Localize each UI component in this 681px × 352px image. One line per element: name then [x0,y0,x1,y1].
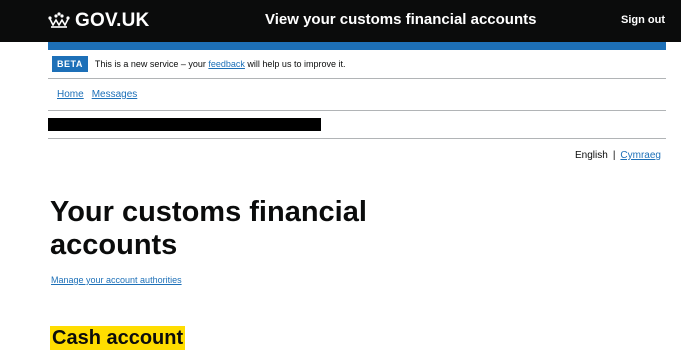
language-current: English [575,150,608,161]
redacted-bar [48,118,321,131]
nav-item-messages[interactable]: Messages [92,89,138,100]
page-title: Your customs financial accounts [50,196,367,261]
logo-text: GOV.UK [75,10,150,31]
phase-text-after: will help us to improve it. [244,59,346,69]
beta-tag: BETA [52,56,88,72]
crown-icon [48,12,70,30]
manage-account-authorities-link[interactable]: Manage your account authorities [51,275,182,285]
feedback-link[interactable]: feedback [208,59,245,69]
header-blue-bar [48,42,666,50]
phase-banner-text: This is a new service – your feedback wi… [95,59,346,69]
language-separator: | [612,150,616,161]
language-cymraeg-link[interactable]: Cymraeg [620,150,661,161]
cash-account-heading: Cash account [50,326,186,350]
site-header: GOV.UK View your customs financial accou… [0,0,681,42]
phase-text-before: This is a new service – your [94,59,209,69]
nav-item-home[interactable]: Home [57,89,84,100]
language-toggle: English | Cymraeg [575,150,661,161]
service-nav: Home Messages [48,79,666,111]
govuk-logo-link[interactable]: GOV.UK [48,9,149,33]
sign-out-link[interactable]: Sign out [621,14,665,26]
service-name[interactable]: View your customs financial accounts [265,11,536,28]
divider [48,138,666,139]
phase-banner: BETA This is a new service – your feedba… [48,53,666,79]
